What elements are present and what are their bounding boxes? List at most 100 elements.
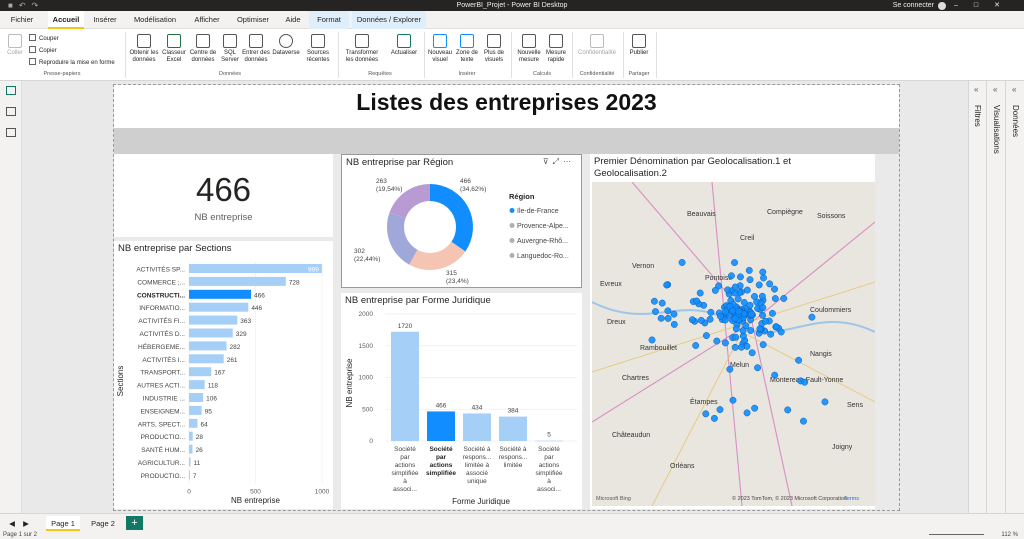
cut-button[interactable]: Couper — [29, 34, 59, 43]
menu-fichier[interactable]: Fichier — [6, 11, 38, 29]
y-tick-label: 2000 — [359, 311, 374, 318]
transform-data-button[interactable]: Transformer les données — [342, 34, 382, 64]
map-terms-link: Terms — [844, 496, 859, 502]
map-visual[interactable]: Premier Dénomination par Geolocalisation… — [590, 154, 875, 509]
map-point — [721, 308, 729, 316]
textbox-button[interactable]: Zone de texte — [454, 34, 480, 64]
bar — [189, 367, 212, 377]
menu-format[interactable]: Format — [309, 11, 349, 29]
x-axis-title: NB entreprise — [231, 496, 280, 505]
map-canvas[interactable]: Beauvais CompiègneSoissonsCreilVernonPont… — [592, 182, 875, 506]
map-point — [729, 396, 737, 404]
filters-pane[interactable]: « Filtres — [969, 81, 987, 513]
group-insert-label: Insérer — [458, 71, 476, 77]
new-visual-button[interactable]: Nouveau visuel — [426, 34, 454, 64]
bar — [189, 405, 202, 415]
bar-data-label: 64 — [201, 421, 209, 428]
enter-data-button[interactable]: Entrer des données — [242, 34, 270, 64]
tab-page-2[interactable]: Page 2 — [86, 516, 120, 531]
menu-accueil[interactable]: Accueil — [48, 11, 84, 29]
bar-data-label: 7 — [193, 473, 197, 480]
menu-modelisation[interactable]: Modélisation — [130, 11, 180, 29]
map-point — [693, 297, 701, 305]
tab-page-1[interactable]: Page 1 — [46, 516, 80, 531]
map-point — [664, 307, 672, 315]
visualizations-pane[interactable]: « Visualisations — [988, 81, 1006, 513]
more-visuals-button[interactable]: Plus de visuels — [480, 34, 508, 64]
map-point — [697, 316, 705, 324]
map-point — [711, 286, 719, 294]
y-category-label: ACTIVITÉS D... — [139, 329, 185, 338]
map-point — [754, 364, 762, 372]
window-controls[interactable]: –□✕ — [954, 0, 1016, 11]
map-point — [784, 406, 792, 414]
map-place-label: Nangis — [810, 351, 832, 358]
copy-button[interactable]: Copier — [29, 46, 57, 55]
brush-icon — [29, 58, 36, 65]
bar-data-label: 446 — [251, 305, 262, 312]
dataverse-icon — [279, 34, 293, 48]
y-category-label: INFORMATIO... — [139, 305, 185, 312]
zoom-level[interactable]: 112 % — [1001, 531, 1018, 539]
menu-afficher[interactable]: Afficher — [190, 11, 224, 29]
x-axis-title: Forme Juridique — [452, 497, 510, 506]
donut-visual[interactable]: NB entreprise par Région ⊽⤢⋯ 466 (34,62%)… — [341, 154, 582, 288]
tabs-next-icon[interactable]: ▶ — [20, 516, 32, 531]
map-point — [696, 289, 704, 297]
data-hub-button[interactable]: Centre de données — [188, 34, 218, 64]
ribbon-separator — [656, 32, 657, 78]
signin-link[interactable]: Se connecter — [893, 0, 934, 11]
forme-column-visual[interactable]: NB entreprise par Forme Juridique 0 500 10… — [341, 293, 582, 509]
sql-server-button[interactable]: SQL Server — [219, 34, 241, 64]
model-view-icon[interactable] — [6, 128, 16, 137]
chevron-left-icon[interactable]: « — [974, 85, 978, 94]
table-view-icon[interactable] — [6, 107, 16, 116]
map-point — [760, 274, 767, 282]
publish-icon — [632, 34, 646, 48]
bar — [189, 341, 227, 351]
ribbon-separator — [572, 32, 573, 78]
recent-sources-button[interactable]: Sources récentes — [302, 34, 334, 64]
format-painter-button[interactable]: Reproduire la mise en forme — [29, 58, 115, 67]
map-point — [747, 327, 755, 334]
menu-donnees-explorer[interactable]: Données / Explorer — [352, 11, 426, 29]
report-title: Listes des entreprises 2023 — [356, 89, 657, 115]
refresh-button[interactable]: Actualiser — [387, 34, 421, 57]
title-bar: ■↶↷ PowerBI_Projet - Power BI Desktop Se… — [0, 0, 1024, 11]
new-measure-button[interactable]: Nouvelle mesure — [514, 34, 544, 64]
menu-aide[interactable]: Aide — [281, 11, 305, 29]
dataverse-button[interactable]: Dataverse — [271, 34, 301, 57]
tabs-prev-icon[interactable]: ◀ — [6, 516, 18, 531]
zoom-slider[interactable] — [929, 534, 984, 535]
ribbon-separator — [125, 32, 126, 78]
sections-bar-visual[interactable]: NB entreprise par Sections 0 500 1000 ACTIV… — [114, 241, 333, 509]
publish-button[interactable]: Publier — [626, 34, 652, 57]
window-title: PowerBI_Projet - Power BI Desktop — [456, 2, 568, 9]
map-point — [743, 286, 751, 294]
excel-button[interactable]: Classeur Excel — [161, 34, 187, 64]
more-visuals-icon — [487, 34, 501, 48]
chevron-left-icon[interactable]: « — [1012, 85, 1016, 94]
menu-inserer[interactable]: Insérer — [88, 11, 122, 29]
get-data-button[interactable]: Obtenir les données — [128, 34, 160, 64]
map-point — [731, 283, 739, 291]
map-place-label: Orléans — [670, 463, 695, 470]
kpi-card[interactable]: 466 NB entreprise — [114, 154, 333, 237]
group-queries-label: Requêtes — [368, 71, 392, 77]
donut-legend-item: Ile-de-France — [517, 208, 559, 215]
avatar[interactable] — [938, 2, 946, 10]
data-pane[interactable]: « Données — [1007, 81, 1024, 513]
paste-button[interactable]: Coller — [4, 34, 26, 57]
quick-measure-button[interactable]: Mesure rapide — [544, 34, 568, 64]
report-view-icon[interactable] — [6, 86, 16, 95]
group-data-label: Données — [218, 71, 242, 77]
menu-optimiser[interactable]: Optimiser — [233, 11, 273, 29]
calculator-icon — [522, 34, 536, 48]
donut-data-label: 302 (22,44%) — [354, 248, 380, 263]
sensitivity-button[interactable]: Confidentialité — [575, 34, 619, 57]
map-point — [746, 276, 754, 284]
add-page-button[interactable]: + — [126, 516, 143, 530]
status-bar: Page 1 sur 2 112 % — [0, 531, 1024, 539]
bar-data-label: 167 — [214, 370, 225, 377]
chevron-left-icon[interactable]: « — [993, 85, 997, 94]
